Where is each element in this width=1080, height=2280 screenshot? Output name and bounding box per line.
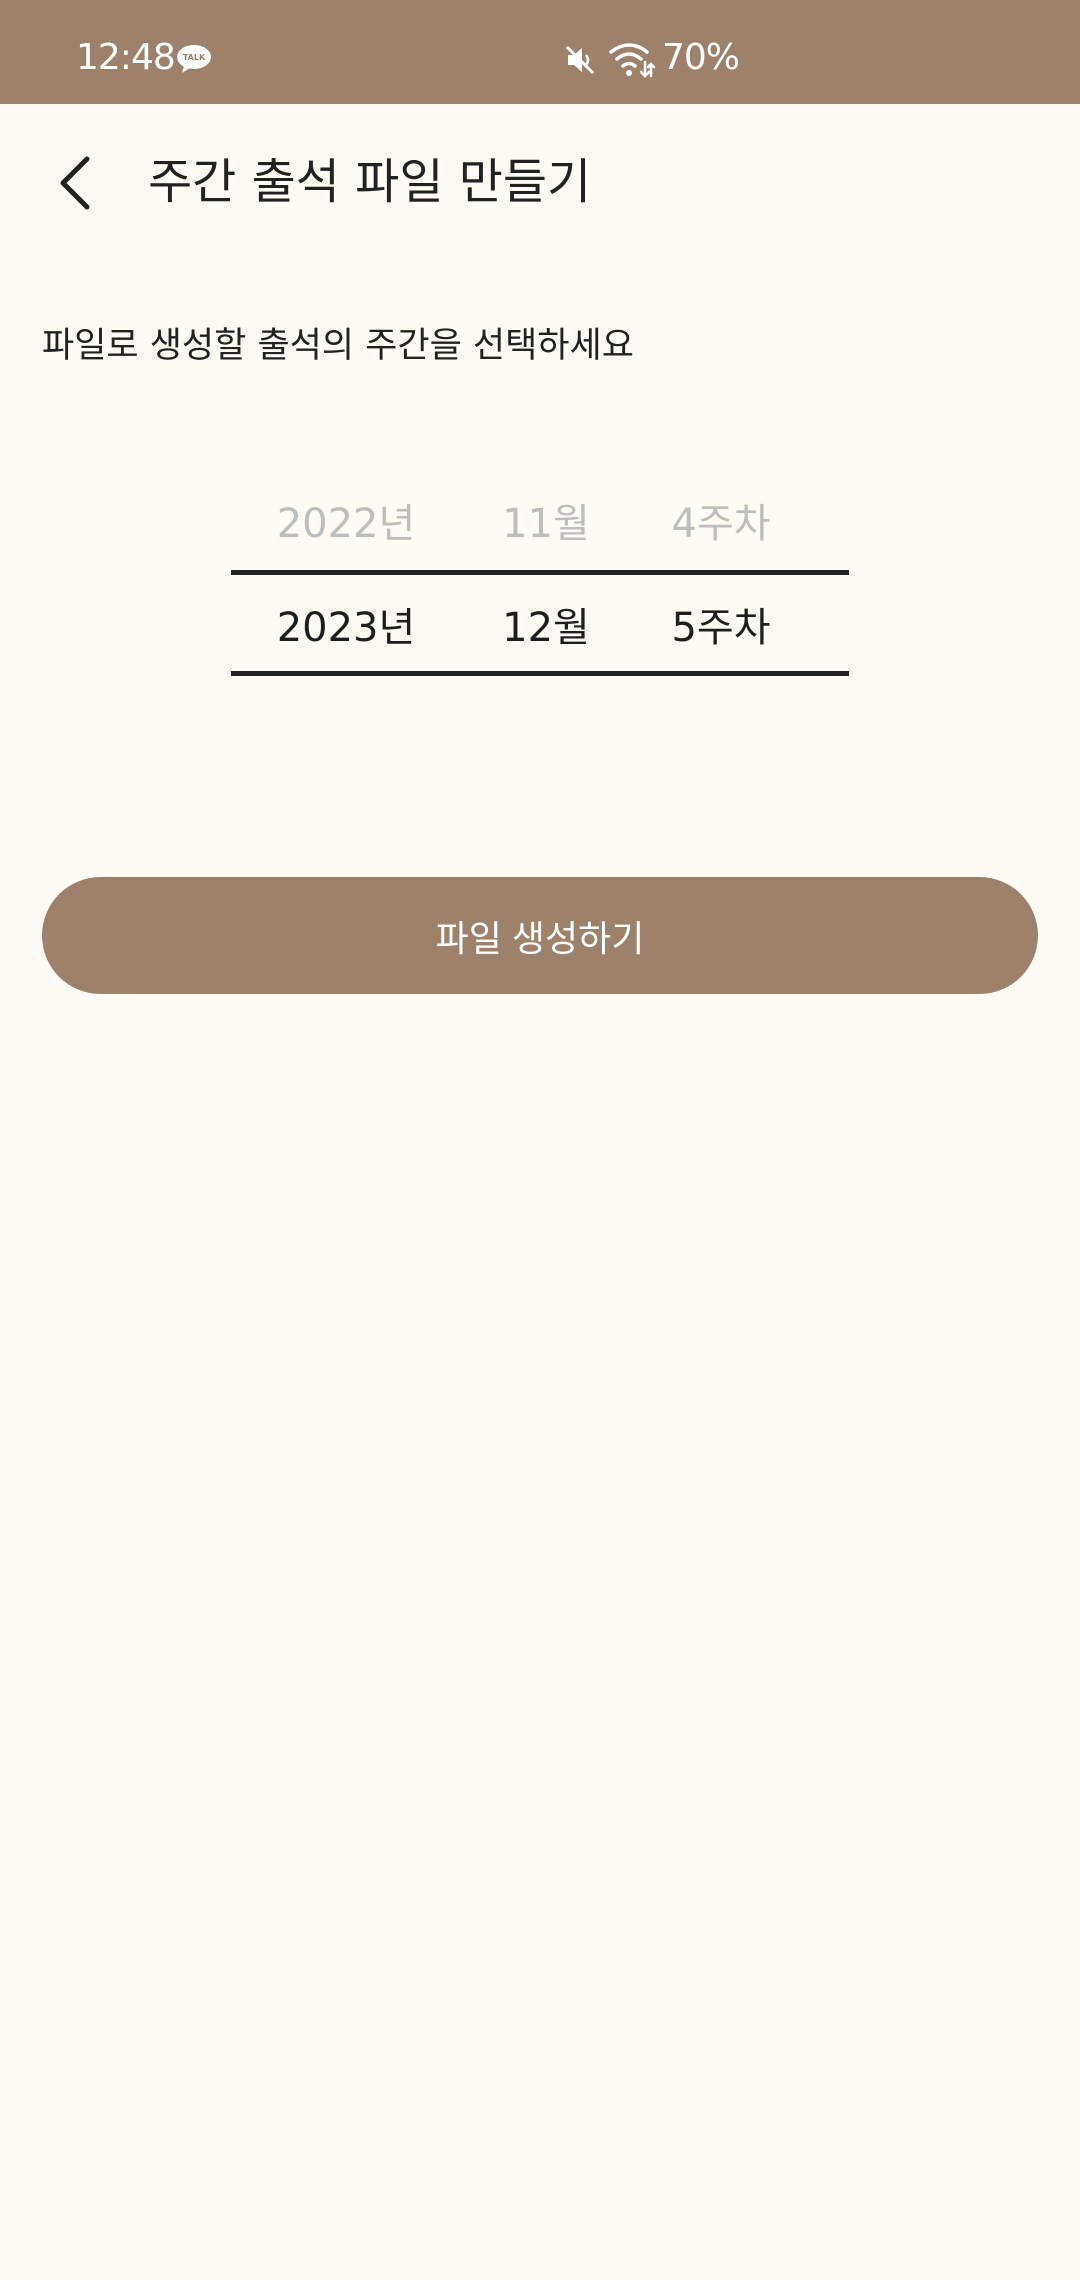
app-bar: 주간 출석 파일 만들기 — [0, 104, 1080, 260]
picker-month-selected[interactable]: 12월 — [461, 574, 631, 674]
wifi-icon — [609, 43, 655, 78]
battery-percent: 70% — [662, 37, 740, 78]
picker-week-selected[interactable]: 5주차 — [631, 574, 811, 674]
kakaotalk-icon: TALK — [177, 45, 211, 73]
picker-row-selected[interactable]: 2023년 12월 5주차 — [231, 574, 849, 674]
picker-month-previous[interactable]: 11월 — [461, 470, 631, 570]
page-title: 주간 출석 파일 만들기 — [148, 154, 592, 210]
mute-icon — [565, 45, 595, 75]
picker-year-previous[interactable]: 2022년 — [231, 470, 461, 570]
status-time: 12:48 — [76, 37, 176, 78]
instruction-text: 파일로 생성할 출석의 주간을 선택하세요 — [42, 326, 634, 366]
create-file-button[interactable]: 파일 생성하기 — [42, 877, 1038, 994]
chevron-left-icon — [60, 156, 90, 210]
picker-divider-bottom — [231, 671, 849, 676]
picker-week-previous[interactable]: 4주차 — [631, 470, 811, 570]
picker-row-previous[interactable]: 2022년 11월 4주차 — [231, 470, 849, 570]
back-button[interactable] — [40, 148, 110, 218]
week-picker[interactable]: 2022년 11월 4주차 2023년 12월 5주차 — [231, 470, 849, 680]
picker-year-selected[interactable]: 2023년 — [231, 574, 461, 674]
kakaotalk-icon-text: TALK — [183, 53, 206, 62]
status-bar: 12:48 TALK 70% — [0, 0, 1080, 104]
